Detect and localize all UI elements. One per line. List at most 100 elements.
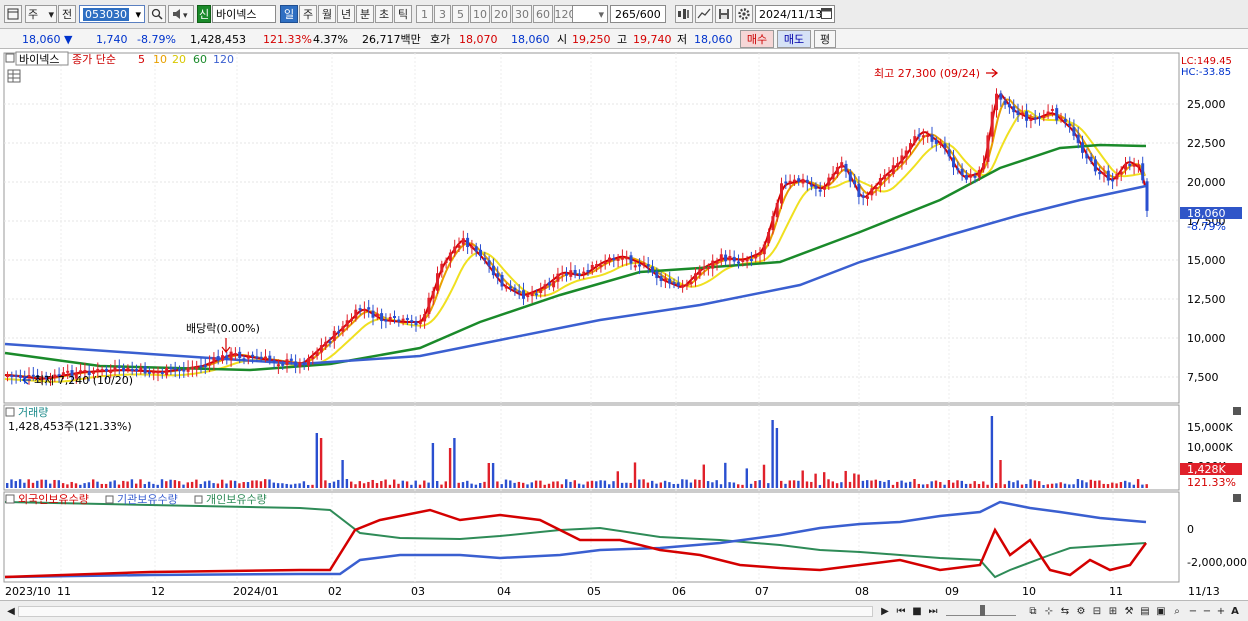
stock-name: 바이넥스 xyxy=(216,8,257,21)
volume-bar xyxy=(147,481,151,488)
buy-button[interactable]: 매수 xyxy=(740,30,774,48)
candle-body xyxy=(719,254,723,262)
scroll-track[interactable] xyxy=(18,606,873,617)
prev-button[interactable]: 전 xyxy=(58,5,76,23)
scroll-right-icon[interactable]: ▶ xyxy=(878,604,892,619)
volume-bar xyxy=(221,479,224,488)
zoom-icon[interactable]: ⌕ xyxy=(1170,604,1184,619)
stop-icon[interactable]: ■ xyxy=(910,604,924,619)
candle-body xyxy=(268,355,272,361)
candle-body xyxy=(1059,117,1063,120)
unit-button[interactable]: 초 xyxy=(375,5,393,23)
candle-body xyxy=(328,341,332,344)
scroll-left-icon[interactable]: ◀ xyxy=(4,604,18,619)
chart-canvas[interactable]: 바이넥스 종가 단순 5 10 20 60 120 LC:149.45 HC:-… xyxy=(0,50,1248,600)
unit-button[interactable]: 주 xyxy=(299,5,317,23)
legend-individual: 개인보유수량 xyxy=(206,493,267,506)
speaker-icon[interactable]: ▾ xyxy=(168,5,194,23)
calendar-icon[interactable] xyxy=(821,7,832,22)
volume-bar xyxy=(582,484,585,488)
eval-button[interactable]: 평 xyxy=(814,30,836,48)
period-button[interactable]: 20 xyxy=(491,5,511,23)
volume-bar xyxy=(328,482,331,488)
high-price: 19,740 xyxy=(633,32,672,46)
candle-body xyxy=(238,351,242,359)
volume-bar xyxy=(530,482,533,488)
volume-bar xyxy=(31,482,35,488)
unit-button[interactable]: 분 xyxy=(356,5,374,23)
period-button[interactable]: 60 xyxy=(533,5,553,23)
minus-icon[interactable]: − xyxy=(1200,604,1214,619)
crosshair-icon[interactable]: ⊹ xyxy=(1042,604,1056,619)
candle-body xyxy=(1016,110,1020,116)
volume-bar xyxy=(827,479,830,488)
drawing-tool-icon[interactable] xyxy=(695,5,713,23)
chart-scrollbar[interactable]: ◀ ▶ ⏮ ■ ⏭ ⧉ ⊹ ⇆ ⚙ ⊟ ⊞ ⚒ ▤ ▣ ⌕ − − + A xyxy=(0,600,1248,621)
chart-type-icon[interactable]: ⊟ xyxy=(1090,604,1104,619)
candle-body xyxy=(259,356,263,359)
maximize-icon[interactable] xyxy=(1233,494,1241,502)
unit-button[interactable]: 월 xyxy=(318,5,336,23)
volume-bar xyxy=(319,438,323,488)
layout-icon[interactable]: ▤ xyxy=(1138,604,1152,619)
period-button[interactable]: 1 xyxy=(416,5,433,23)
chart-area[interactable]: 바이넥스 종가 단순 5 10 20 60 120 LC:149.45 HC:-… xyxy=(0,50,1248,600)
tool-icon[interactable]: ⚒ xyxy=(1122,604,1136,619)
table-icon[interactable] xyxy=(7,69,21,83)
stock-code-input[interactable]: 053030 ▾ xyxy=(79,5,145,23)
candle-body xyxy=(285,359,289,365)
period-button[interactable]: 30 xyxy=(512,5,532,23)
candle-body xyxy=(470,245,474,249)
candle-body xyxy=(741,260,745,263)
candle-body xyxy=(332,330,336,341)
rewind-icon[interactable]: ⏮ xyxy=(894,604,908,619)
period-button[interactable]: 5 xyxy=(452,5,469,23)
indicator-icon[interactable]: ⊞ xyxy=(1106,604,1120,619)
zoom-slider[interactable] xyxy=(946,605,1016,616)
chevron-down-icon[interactable]: ▾ xyxy=(135,8,141,21)
split-view-icon[interactable]: ⧉ xyxy=(1026,604,1040,619)
maximize-icon[interactable] xyxy=(1233,407,1241,415)
volume-bar xyxy=(560,484,564,488)
candle-body xyxy=(728,255,732,261)
date-input[interactable]: 2024/11/13 xyxy=(755,5,835,23)
volume-bar xyxy=(474,484,478,488)
data-count-field[interactable]: 265/600 xyxy=(610,5,666,23)
period-dropdown[interactable]: ▾ xyxy=(572,5,608,23)
volume-bar xyxy=(792,480,796,488)
period-button[interactable]: 3 xyxy=(434,5,451,23)
unit-button[interactable]: 틱 xyxy=(394,5,412,23)
fast-forward-icon[interactable]: ⏭ xyxy=(926,604,940,619)
unit-button[interactable]: 년 xyxy=(337,5,355,23)
volume-bar xyxy=(380,481,383,488)
volume-bar xyxy=(754,480,757,488)
chart-tools-icon[interactable] xyxy=(675,5,693,23)
candle-body xyxy=(324,341,328,347)
volume-bar xyxy=(646,482,650,488)
legend-ma-20: 20 xyxy=(172,53,186,66)
save-icon[interactable] xyxy=(715,5,733,23)
zoom-out-icon[interactable]: − xyxy=(1186,604,1200,619)
unit-button[interactable]: 일 xyxy=(280,5,298,23)
sell-button[interactable]: 매도 xyxy=(777,30,811,48)
layout-icon[interactable] xyxy=(4,5,22,23)
gear-icon[interactable] xyxy=(735,5,753,23)
search-icon[interactable] xyxy=(148,5,166,23)
settings-icon[interactable]: ⚙ xyxy=(1074,604,1088,619)
font-size-icon[interactable]: A xyxy=(1228,604,1242,619)
candle-body xyxy=(375,313,379,317)
image-icon[interactable]: ▣ xyxy=(1154,604,1168,619)
candle-body xyxy=(534,293,538,296)
zoom-in-icon[interactable]: + xyxy=(1214,604,1228,619)
volume-bar xyxy=(724,462,727,488)
zoom-slider-handle[interactable] xyxy=(980,605,985,616)
trade-amount: 26,717백만 xyxy=(362,33,421,46)
volume-bar xyxy=(208,480,211,488)
volume-bar xyxy=(737,484,740,488)
market-select[interactable]: 주 ▾ xyxy=(25,5,57,23)
compare-icon[interactable]: ⇆ xyxy=(1058,604,1072,619)
period-button[interactable]: 10 xyxy=(470,5,490,23)
volume-bar xyxy=(921,484,925,488)
candle-body xyxy=(676,282,680,286)
volume-bar xyxy=(83,483,86,488)
